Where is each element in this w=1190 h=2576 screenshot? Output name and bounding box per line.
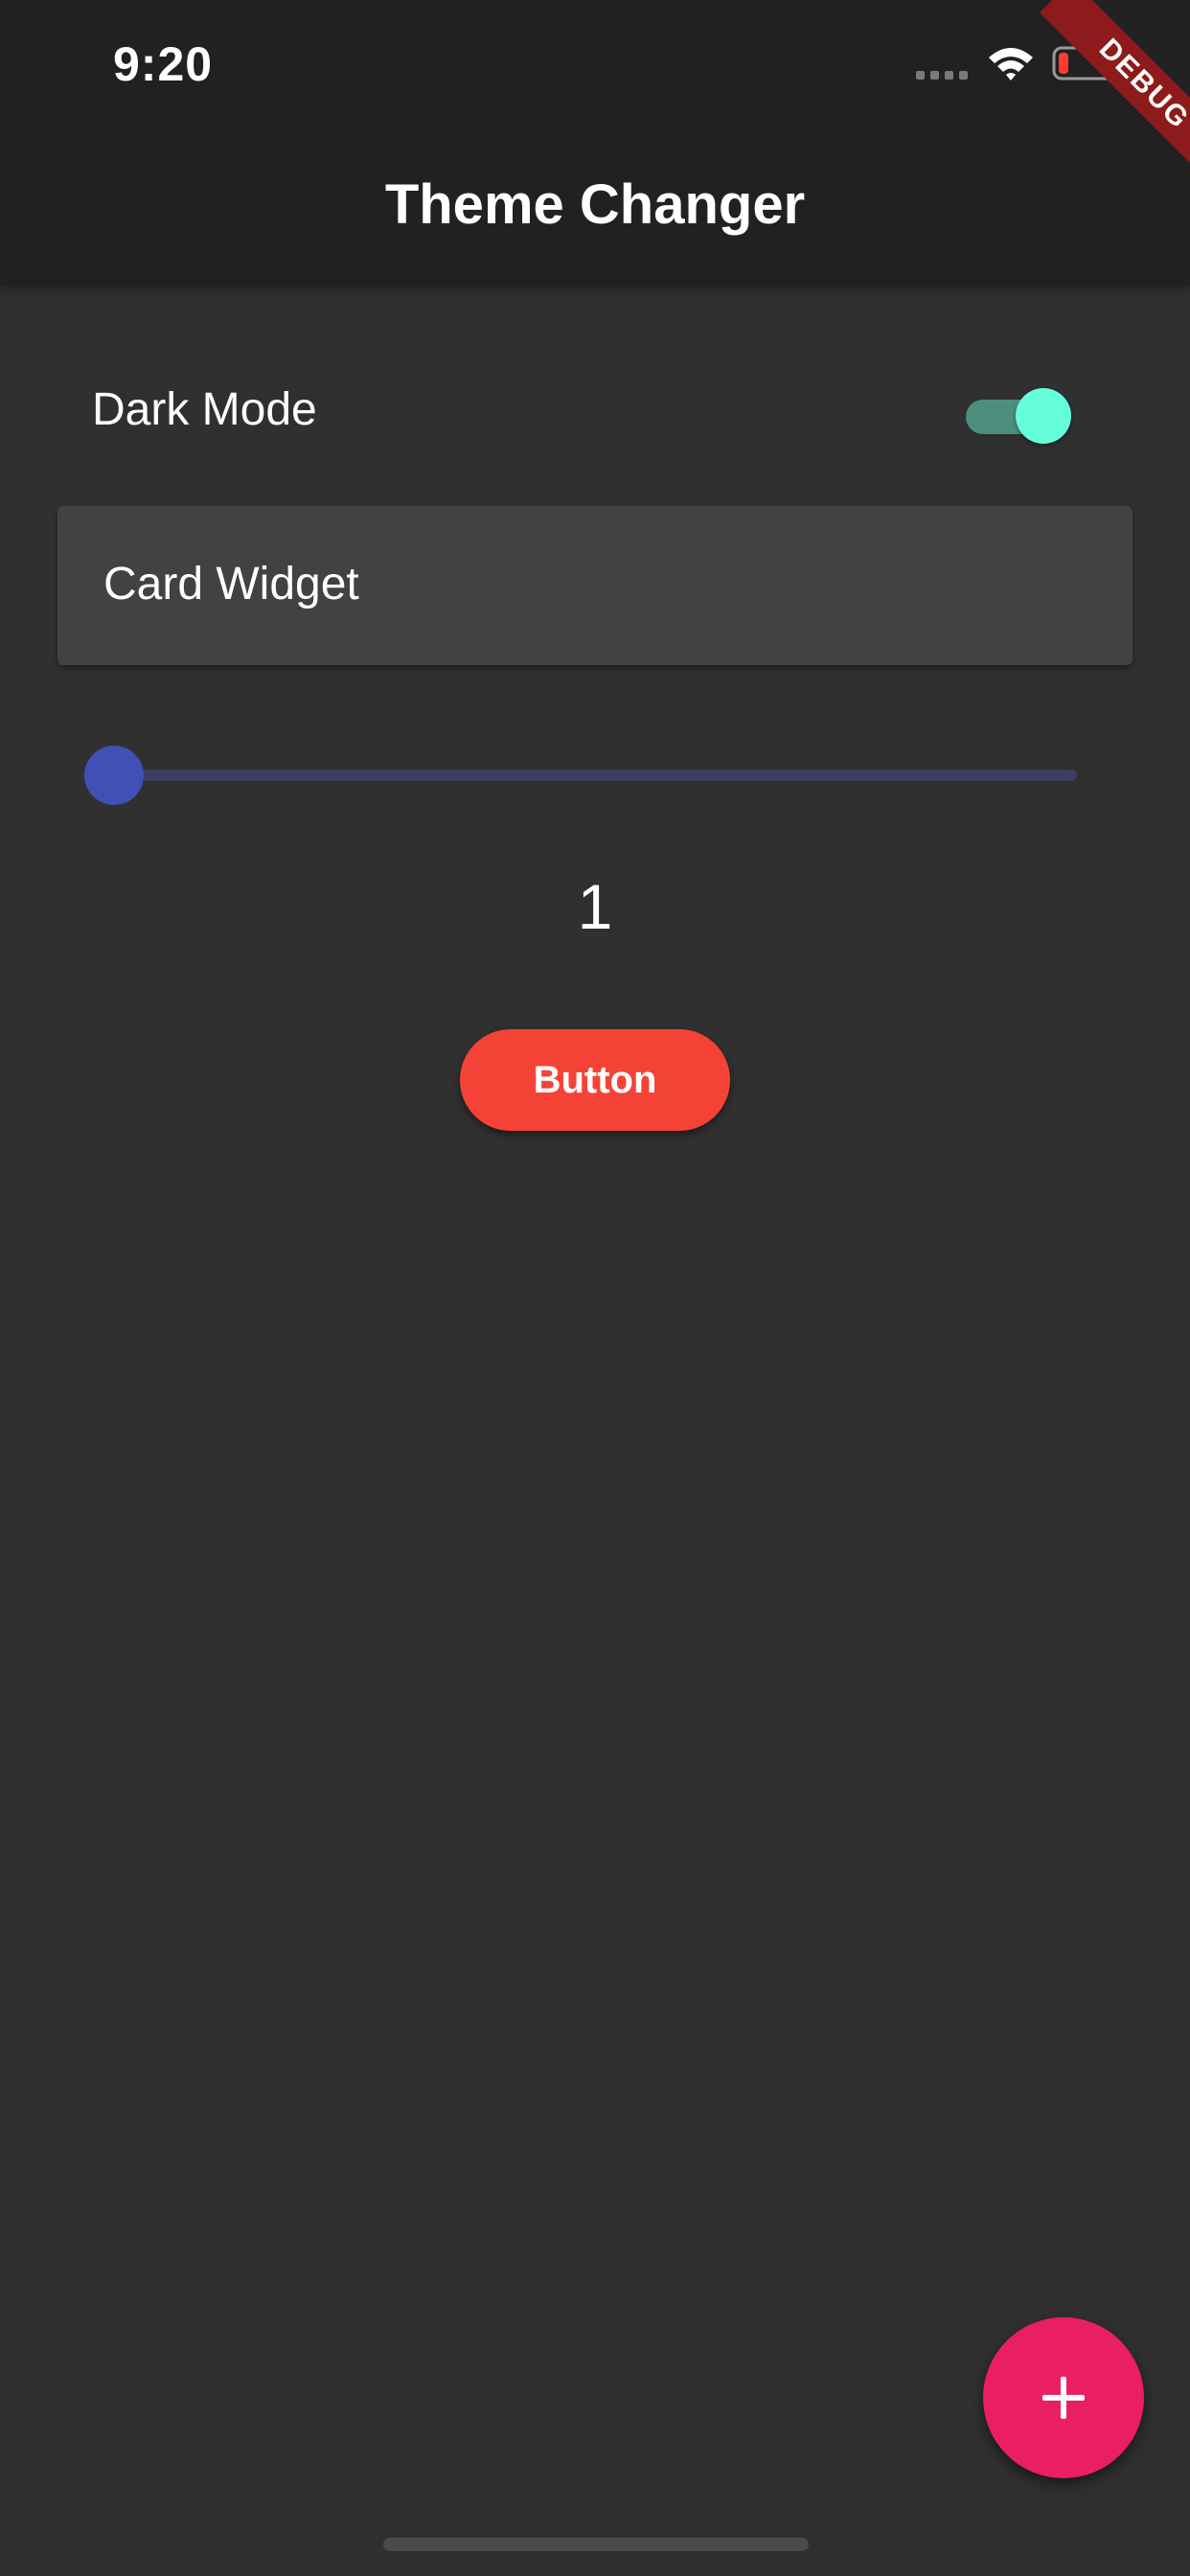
signal-icon (916, 71, 968, 80)
status-time: 9:20 (113, 37, 214, 91)
slider-value: 1 (577, 871, 613, 942)
home-indicator[interactable] (383, 2538, 809, 2551)
debug-banner-label: DEBUG (1040, 0, 1190, 182)
slider-track (113, 770, 1077, 781)
value-slider[interactable] (84, 746, 1077, 805)
app-title: Theme Changer (384, 173, 806, 236)
slider-thumb[interactable] (84, 746, 144, 805)
app-screen: 9:20 Theme Changer DEBUG Dark Mode Card … (0, 0, 1190, 2576)
debug-banner: DEBUG (1008, 0, 1190, 182)
dark-mode-label: Dark Mode (92, 384, 317, 435)
card-text: Card Widget (103, 559, 359, 610)
switch-knob (1016, 388, 1071, 444)
add-fab-button[interactable] (983, 2317, 1144, 2478)
card-widget: Card Widget (57, 506, 1133, 665)
primary-button[interactable]: Button (460, 1029, 730, 1131)
dark-mode-switch[interactable] (964, 388, 1071, 444)
